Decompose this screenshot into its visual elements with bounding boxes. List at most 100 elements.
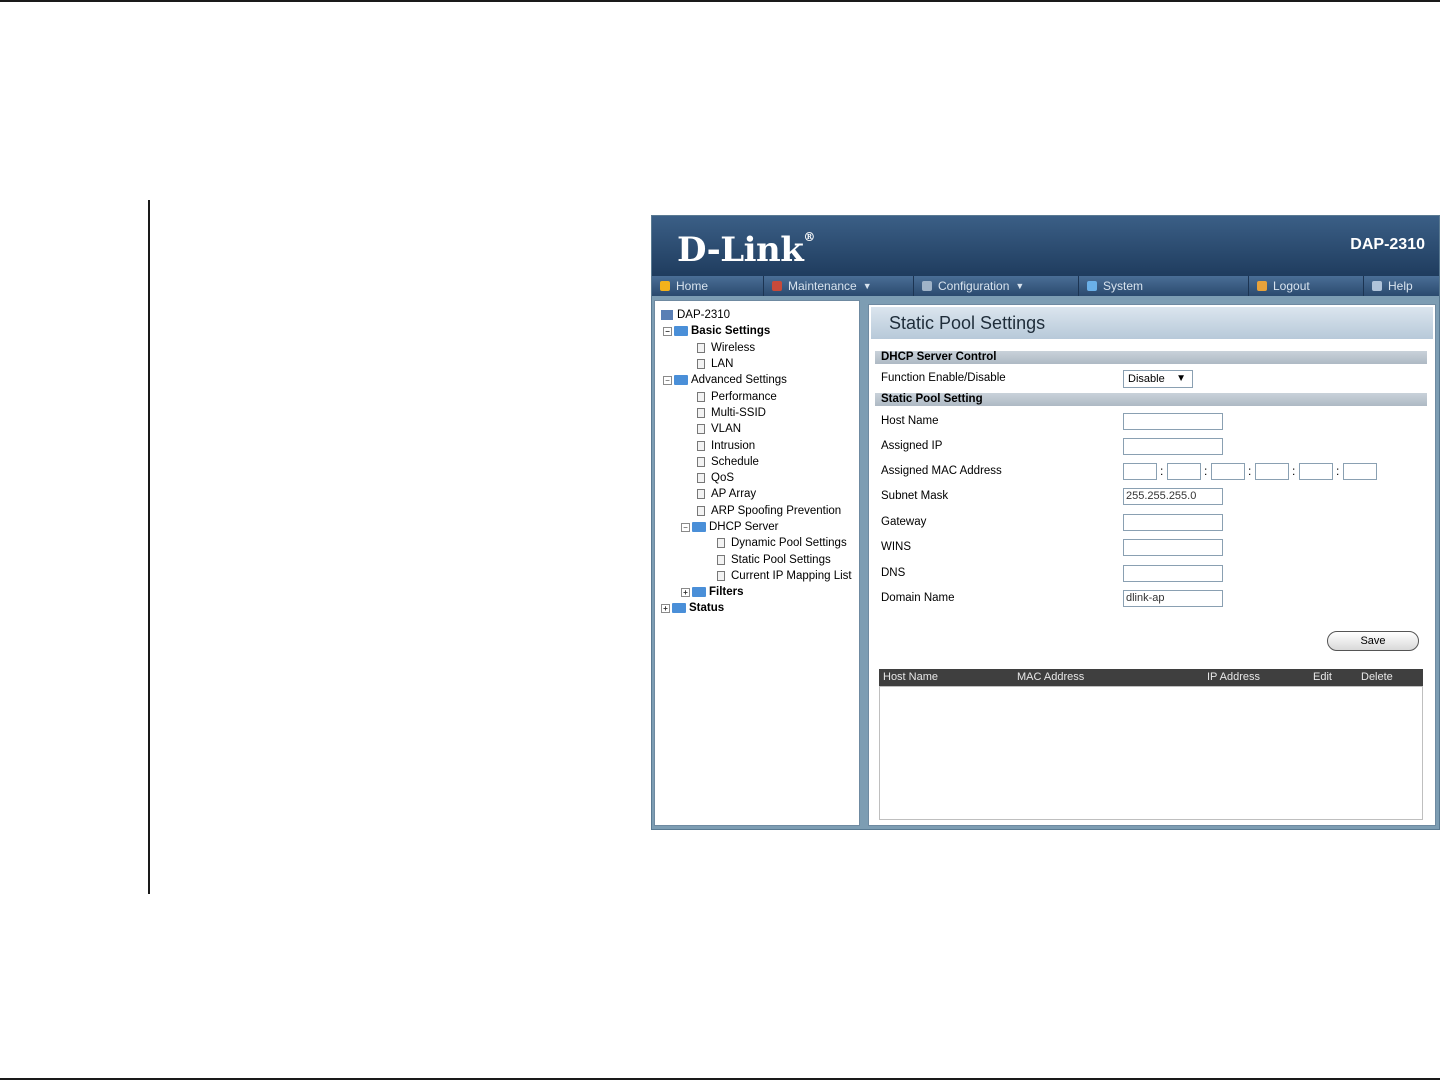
host-name-label: Host Name <box>881 415 939 427</box>
bottom-rule <box>0 1078 1440 1080</box>
menu-home-label: Home <box>676 279 709 293</box>
tree-wireless-label: Wireless <box>711 341 756 354</box>
tree-current-ip-label: Current IP Mapping List <box>731 569 852 582</box>
mac-colon: : <box>1248 464 1252 478</box>
manual-page: D-Link® DAP-2310 Home Maintenance ▼ Conf… <box>0 0 1440 1081</box>
mac-octet-4-input[interactable] <box>1255 463 1289 480</box>
tree-dynamic-pool-label: Dynamic Pool Settings <box>731 537 847 550</box>
tree-multi-ssid[interactable]: Multi-SSID <box>655 405 859 421</box>
mac-octet-6-input[interactable] <box>1343 463 1377 480</box>
tree-filters[interactable]: + Filters <box>655 584 859 600</box>
menu-system[interactable]: System <box>1079 276 1249 296</box>
tree-intrusion[interactable]: Intrusion <box>655 437 859 453</box>
menu-system-label: System <box>1103 279 1144 293</box>
col-mac-address: MAC Address <box>1017 671 1085 683</box>
tree-dhcp-label: DHCP Server <box>709 521 779 533</box>
page-icon <box>697 440 705 451</box>
tree-status-label: Status <box>689 602 725 615</box>
page-icon <box>697 424 705 435</box>
subnet-mask-label: Subnet Mask <box>881 490 949 502</box>
folder-icon <box>692 587 706 598</box>
expand-icon[interactable]: + <box>661 603 670 613</box>
tree-intrusion-label: Intrusion <box>711 439 756 452</box>
tree-wireless[interactable]: Wireless <box>655 340 859 356</box>
tree-lan-label: LAN <box>711 358 734 371</box>
save-button[interactable]: Save <box>1327 631 1419 651</box>
subnet-mask-input[interactable]: 255.255.255.0 <box>1123 488 1223 505</box>
mac-colon: : <box>1204 464 1208 478</box>
collapse-icon[interactable]: − <box>681 522 690 532</box>
page-icon <box>697 342 705 353</box>
chevron-down-icon: ▼ <box>1176 373 1186 384</box>
page-title: Static Pool Settings <box>871 307 1433 339</box>
mac-octet-2-input[interactable] <box>1167 463 1201 480</box>
tree-status[interactable]: + Status <box>655 600 859 616</box>
function-select-value: Disable <box>1128 373 1165 385</box>
dhcp-server-control-section: DHCP Server Control <box>875 351 1427 364</box>
dns-input[interactable] <box>1123 565 1223 582</box>
tree-performance-label: Performance <box>711 390 777 403</box>
tree-static-pool-label: Static Pool Settings <box>731 553 831 566</box>
menu-configuration[interactable]: Configuration ▼ <box>914 276 1079 296</box>
gateway-input[interactable] <box>1123 514 1223 531</box>
expand-icon[interactable]: + <box>681 587 690 597</box>
static-pool-table-header: Host Name MAC Address IP Address Edit De… <box>879 669 1423 686</box>
domain-name-label: Domain Name <box>881 592 955 604</box>
caret-down-icon: ▼ <box>1015 281 1025 291</box>
tree-dhcp-server[interactable]: − DHCP Server <box>655 519 859 535</box>
tree-root[interactable]: DAP-2310 <box>655 307 859 323</box>
assigned-mac-label: Assigned MAC Address <box>881 465 1002 477</box>
function-select[interactable]: Disable ▼ <box>1123 370 1193 388</box>
tree-qos[interactable]: QoS <box>655 470 859 486</box>
gateway-label: Gateway <box>881 516 927 528</box>
wins-label: WINS <box>881 541 912 553</box>
logout-icon <box>1257 281 1267 291</box>
collapse-icon[interactable]: − <box>663 326 672 336</box>
menu-configuration-label: Configuration <box>938 279 1010 293</box>
tree-schedule[interactable]: Schedule <box>655 454 859 470</box>
system-icon <box>1087 281 1097 291</box>
dlink-logo: D-Link® <box>677 230 815 270</box>
function-label: Function Enable/Disable <box>881 372 1006 384</box>
host-name-input[interactable] <box>1123 413 1223 430</box>
tree-basic-label: Basic Settings <box>691 325 771 338</box>
tree-dynamic-pool[interactable]: Dynamic Pool Settings <box>655 535 859 551</box>
menu-home[interactable]: Home <box>652 276 764 296</box>
mac-octet-1-input[interactable] <box>1123 463 1157 480</box>
tree-vlan-label: VLAN <box>711 423 742 436</box>
menu-maintenance-label: Maintenance <box>788 279 857 293</box>
tree-basic-settings[interactable]: − Basic Settings <box>655 323 859 339</box>
home-icon <box>660 281 670 291</box>
navigation-tree: DAP-2310 − Basic Settings Wireless LAN − A… <box>655 307 859 617</box>
tree-arp-spoofing[interactable]: ARP Spoofing Prevention <box>655 503 859 519</box>
network-icon <box>661 310 673 321</box>
mac-octet-5-input[interactable] <box>1299 463 1333 480</box>
tree-static-pool[interactable]: Static Pool Settings <box>655 551 859 567</box>
tree-performance[interactable]: Performance <box>655 388 859 404</box>
mac-colon: : <box>1292 464 1296 478</box>
navigation-tree-panel: DAP-2310 − Basic Settings Wireless LAN − A… <box>654 300 860 826</box>
collapse-icon[interactable]: − <box>663 375 672 385</box>
tree-advanced-settings[interactable]: − Advanced Settings <box>655 372 859 388</box>
content-panel: Static Pool Settings DHCP Server Control… <box>868 304 1436 826</box>
domain-name-input[interactable]: dlink-ap <box>1123 590 1223 607</box>
page-icon <box>697 473 705 484</box>
assigned-ip-input[interactable] <box>1123 438 1223 455</box>
menu-logout[interactable]: Logout <box>1249 276 1364 296</box>
dns-label: DNS <box>881 567 906 579</box>
tree-current-ip[interactable]: Current IP Mapping List <box>655 568 859 584</box>
tree-lan[interactable]: LAN <box>655 356 859 372</box>
router-ui-screenshot: D-Link® DAP-2310 Home Maintenance ▼ Conf… <box>651 215 1440 830</box>
wins-input[interactable] <box>1123 539 1223 556</box>
mac-octet-3-input[interactable] <box>1211 463 1245 480</box>
tree-qos-label: QoS <box>711 472 735 485</box>
col-delete: Delete <box>1361 671 1393 683</box>
menu-help[interactable]: Help <box>1364 276 1439 296</box>
page-icon <box>697 505 705 516</box>
menu-maintenance[interactable]: Maintenance ▼ <box>764 276 914 296</box>
tree-vlan[interactable]: VLAN <box>655 421 859 437</box>
tree-ap-array[interactable]: AP Array <box>655 486 859 502</box>
assigned-ip-label: Assigned IP <box>881 440 943 452</box>
tree-advanced-label: Advanced Settings <box>691 374 787 387</box>
tree-root-label: DAP-2310 <box>677 309 731 322</box>
